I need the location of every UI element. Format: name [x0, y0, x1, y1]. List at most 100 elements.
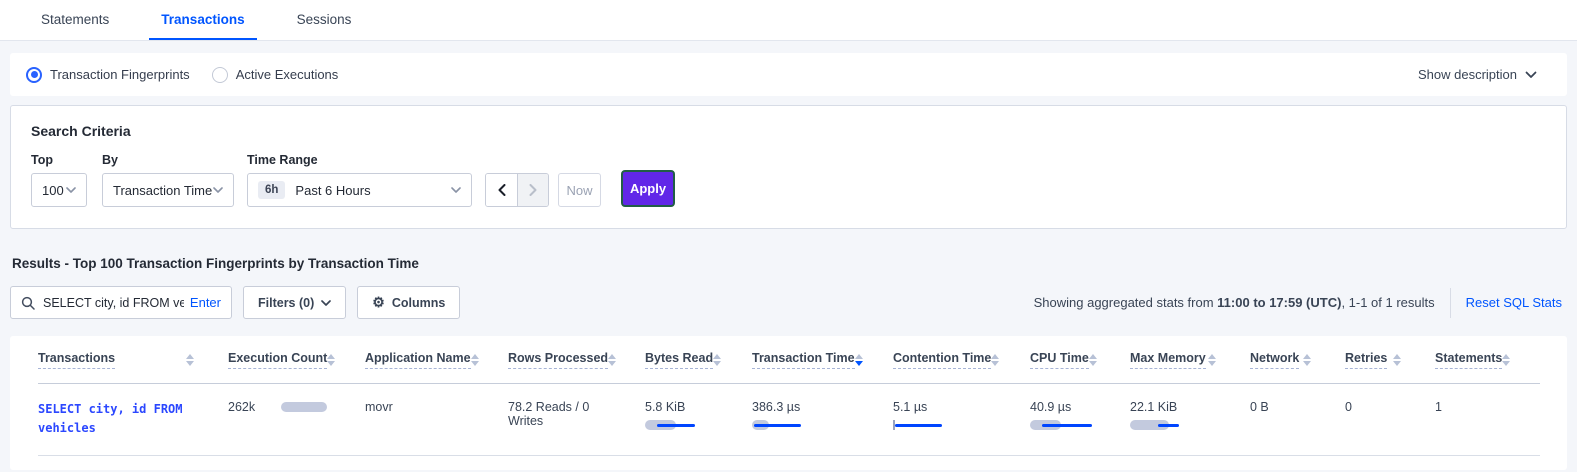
chevron-down-icon: [1525, 71, 1537, 79]
search-criteria-panel: Search Criteria Top 100 By Transaction T…: [10, 105, 1567, 229]
column-header-rows-processed[interactable]: Rows Processed: [508, 351, 645, 369]
time-range-prev-button[interactable]: [486, 174, 517, 206]
sort-icon[interactable]: [608, 354, 616, 366]
reset-sql-stats-link[interactable]: Reset SQL Stats: [1466, 295, 1562, 310]
top-select-value: 100: [42, 183, 64, 198]
sort-icon[interactable]: [1393, 354, 1401, 366]
show-description-label: Show description: [1418, 67, 1517, 82]
time-range-badge: 6h: [258, 181, 285, 199]
radio-label: Transaction Fingerprints: [50, 67, 190, 82]
filters-button[interactable]: Filters (0): [243, 286, 346, 319]
application-name-cell: movr: [365, 400, 508, 414]
time-range-next-button[interactable]: [517, 174, 548, 206]
column-header-max-memory[interactable]: Max Memory: [1130, 351, 1250, 369]
sort-icon[interactable]: [991, 354, 999, 366]
contention-time-bar: [893, 420, 1006, 430]
column-header-network[interactable]: Network: [1250, 351, 1345, 369]
gear-icon: ⚙: [372, 294, 385, 311]
table-header-row: Transactions Execution Count Application…: [38, 336, 1540, 384]
column-header-bytes-read[interactable]: Bytes Read: [645, 351, 752, 369]
rows-processed-cell: 78.2 Reads / 0 Writes: [508, 400, 645, 428]
max-memory-bar: [1130, 420, 1226, 430]
apply-button[interactable]: Apply: [621, 170, 675, 207]
by-field: By Transaction Time: [102, 153, 247, 207]
transaction-time-bar: [752, 420, 869, 430]
by-select-value: Transaction Time: [113, 183, 212, 198]
results-toolbar: Enter Filters (0) ⚙ Columns Showing aggr…: [10, 286, 1567, 319]
search-icon: [21, 296, 35, 310]
column-header-transaction-time[interactable]: Transaction Time: [752, 351, 893, 369]
search-criteria-controls: Top 100 By Transaction Time Ti: [31, 153, 1546, 207]
results-title: Results - Top 100 Transaction Fingerprin…: [12, 256, 1567, 271]
column-header-transactions[interactable]: Transactions: [38, 351, 228, 369]
sort-icon[interactable]: [713, 354, 721, 366]
time-range-select[interactable]: 6h Past 6 Hours: [247, 173, 472, 207]
view-mode-card: Transaction Fingerprints Active Executio…: [10, 53, 1567, 96]
retries-cell: 0: [1345, 400, 1435, 414]
bytes-read-cell: 5.8 KiB: [645, 400, 752, 430]
top-select[interactable]: 100: [31, 173, 87, 207]
results-table: Transactions Execution Count Application…: [10, 336, 1567, 470]
time-range-field: Time Range 6h Past 6 Hours: [247, 153, 485, 207]
stats-time-range: 11:00 to 17:59 (UTC): [1217, 295, 1341, 310]
tab-statements[interactable]: Statements: [29, 0, 121, 40]
column-header-cpu-time[interactable]: CPU Time: [1030, 351, 1130, 369]
column-header-retries[interactable]: Retries: [1345, 351, 1435, 369]
statements-cell: 1: [1435, 400, 1540, 414]
tab-sessions[interactable]: Sessions: [285, 0, 364, 40]
time-range-pager: [485, 173, 549, 207]
toolbar-divider: [1450, 288, 1451, 318]
radio-transaction-fingerprints[interactable]: Transaction Fingerprints: [26, 67, 190, 83]
cpu-time-cell: 40.9 µs: [1030, 400, 1130, 430]
now-button[interactable]: Now: [558, 173, 601, 207]
tab-transactions[interactable]: Transactions: [149, 0, 256, 40]
columns-button[interactable]: ⚙ Columns: [357, 286, 460, 319]
sort-icon[interactable]: [327, 354, 335, 366]
sort-icon[interactable]: [1089, 354, 1097, 366]
radio-active-executions[interactable]: Active Executions: [212, 67, 339, 83]
sort-icon[interactable]: [1502, 354, 1510, 366]
search-enter-hint[interactable]: Enter: [190, 295, 221, 310]
sort-desc-icon[interactable]: [855, 354, 863, 366]
by-label: By: [102, 153, 247, 167]
aggregated-stats-text: Showing aggregated stats from 11:00 to 1…: [1034, 295, 1435, 310]
bytes-read-bar: [645, 420, 728, 430]
transaction-time-cell: 386.3 µs: [752, 400, 893, 430]
cpu-time-bar: [1030, 420, 1106, 430]
search-criteria-title: Search Criteria: [31, 123, 1546, 139]
sort-icon[interactable]: [1303, 354, 1311, 366]
transaction-cell: SELECT city, id FROM vehicles: [38, 400, 228, 437]
chevron-down-icon: [451, 187, 461, 193]
chevron-down-icon: [213, 187, 223, 193]
column-header-application-name[interactable]: Application Name: [365, 351, 508, 369]
network-cell: 0 B: [1250, 400, 1345, 414]
chevron-down-icon: [321, 300, 331, 306]
sort-icon[interactable]: [1208, 354, 1216, 366]
by-select[interactable]: Transaction Time: [102, 173, 234, 207]
execution-count-cell: 262k: [228, 400, 365, 414]
fingerprint-search-box[interactable]: Enter: [10, 286, 232, 319]
chevron-down-icon: [66, 187, 76, 193]
time-range-value: Past 6 Hours: [295, 183, 370, 198]
max-memory-cell: 22.1 KiB: [1130, 400, 1250, 430]
search-input[interactable]: [43, 296, 184, 310]
column-header-contention-time[interactable]: Contention Time: [893, 351, 1030, 369]
sort-icon[interactable]: [471, 354, 479, 366]
column-header-statements[interactable]: Statements: [1435, 351, 1540, 369]
transaction-fingerprint-link[interactable]: SELECT city, id FROM vehicles: [38, 402, 183, 435]
contention-time-cell: 5.1 µs: [893, 400, 1030, 430]
top-label: Top: [31, 153, 102, 167]
top-field: Top 100: [31, 153, 102, 207]
time-range-label: Time Range: [247, 153, 485, 167]
columns-label: Columns: [392, 296, 445, 310]
radio-label: Active Executions: [236, 67, 339, 82]
radio-selected-icon: [26, 67, 42, 83]
tab-bar: Statements Transactions Sessions: [0, 0, 1577, 41]
show-description-toggle[interactable]: Show description: [1418, 67, 1537, 82]
column-header-execution-count[interactable]: Execution Count: [228, 351, 365, 369]
execution-count-bar: [281, 402, 327, 412]
table-row: SELECT city, id FROM vehicles 262k movr …: [38, 384, 1540, 456]
sort-icon[interactable]: [186, 354, 194, 366]
transactions-page: Statements Transactions Sessions Transac…: [0, 0, 1577, 472]
radio-unselected-icon: [212, 67, 228, 83]
